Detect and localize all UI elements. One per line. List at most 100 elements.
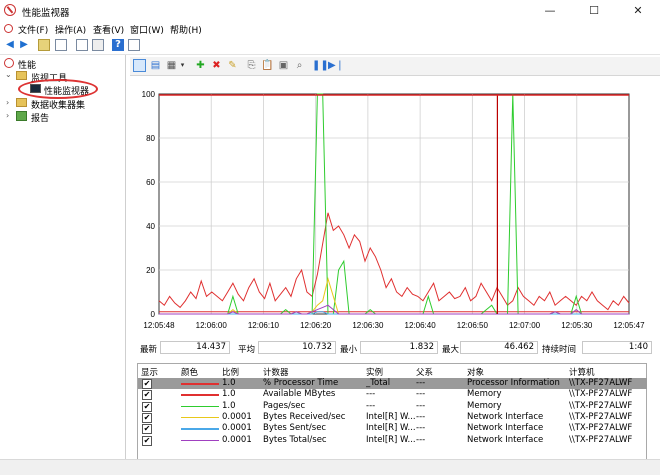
highlight-icon[interactable]: ✎ [226,59,239,72]
reports-icon [16,111,27,121]
x-tick-label: 12:06:50 [457,321,489,330]
update-data-icon[interactable]: ▶❘ [328,59,344,72]
x-tick-label: 12:06:00 [196,321,228,330]
properties-icon[interactable] [128,39,140,51]
legend-row[interactable]: ✔ 0.0001 Bytes Total/sec Intel[R] W... --- Ne… [138,435,647,446]
legend-parent-cell: --- [416,434,426,445]
x-tick-label: 12:06:10 [248,321,280,330]
x-tick-label: 12:05:47 [613,321,645,330]
performance-icon [4,58,14,68]
properties-icon[interactable]: ▣ [277,59,290,72]
x-tick-label: 12:06:30 [352,321,384,330]
delete-counter-icon[interactable]: ✖ [210,59,223,72]
help-icon[interactable]: ? [112,39,124,51]
tree-item-reports[interactable]: 报告 [31,111,49,124]
add-counter-icon[interactable]: ✚ [194,59,207,72]
graph-type-dropdown-icon[interactable]: ▾ [176,59,189,72]
col-header-computer[interactable]: 计算机 [569,366,595,378]
legend-row[interactable]: ✔ 1.0 Available MBytes --- --- Memory \\TX-PF2… [138,389,647,401]
legend-row[interactable]: ✔ 0.0001 Bytes Sent/sec Intel[R] W... --- Net… [138,423,647,435]
x-tick-label: 12:06:40 [405,321,437,330]
freeze-display-icon[interactable]: ❚❚ [312,59,329,72]
legend-computer-cell: \\TX-PF27ALWF [569,423,633,434]
minimum-label: 最小 [340,345,358,355]
folder-icon [16,71,27,80]
y-tick-label: 100 [142,90,156,99]
color-swatch [181,439,219,441]
col-header-color[interactable]: 颜色 [181,366,198,378]
col-header-counter[interactable]: 计数器 [263,366,289,378]
line-chart: 12:05:48 12:06:00 12:06:10 12:06:20 12:06:30… [142,90,645,330]
legend-instance-cell: _Total [366,378,391,388]
back-arrow-icon[interactable]: ◀ [4,39,16,51]
forward-arrow-icon[interactable]: ▶ [18,39,30,51]
legend-scale-cell: 0.0001 [222,423,252,434]
legend-parent-cell: --- [416,423,426,434]
performance-graph: 12:05:48 12:06:00 12:06:10 12:06:20 12:06:30… [130,76,660,334]
x-tick-label: 12:06:20 [300,321,332,330]
view-current-activity-icon[interactable] [133,59,146,72]
show-checkbox[interactable]: ✔ [142,412,152,423]
view-log-data-icon[interactable]: ▤ [149,59,162,72]
legend-scale-cell: 1.0 [222,378,236,388]
menu-view[interactable]: 查看(V) [93,23,124,36]
col-header-scale[interactable]: 比例 [222,366,239,378]
legend-scale-cell: 1.0 [222,400,236,411]
up-folder-icon[interactable] [38,39,50,51]
average-label: 平均 [238,345,256,355]
menu-window[interactable]: 窗口(W) [130,23,164,36]
minimize-button[interactable]: — [528,0,572,22]
window-title: 性能监视器 [22,8,70,19]
close-button[interactable]: ✕ [616,0,660,22]
color-swatch [181,405,219,408]
menu-file[interactable]: 文件(F) [18,23,48,36]
show-checkbox[interactable]: ✔ [142,424,152,435]
col-header-instance[interactable]: 实例 [366,366,383,378]
legend-row[interactable]: ✔ 1.0 Pages/sec --- --- Memory \\TX-PF27ALWF [138,401,647,412]
legend-computer-cell: \\TX-PF27ALWF [569,389,633,400]
col-header-parent[interactable]: 父系 [416,366,433,378]
legend-computer-cell: \\TX-PF27ALWF [569,378,633,388]
legend-computer-cell: \\TX-PF27ALWF [569,400,633,411]
collapse-chevron-icon[interactable]: ⌄ [5,70,12,79]
legend-computer-cell: \\TX-PF27ALWF [569,434,633,445]
legend-row[interactable]: ✔ 1.0 % Processor Time _Total --- Processor I… [138,378,647,389]
tree-item-data-collector-sets[interactable]: 数据收集器集 [31,98,85,111]
color-swatch [181,383,219,385]
show-checkbox[interactable]: ✔ [142,379,152,389]
y-tick-label: 60 [146,178,155,187]
menu-action[interactable]: 操作(A) [55,23,86,36]
export-list-icon[interactable] [76,39,88,51]
color-swatch [181,394,219,396]
red-highlight-annotation [18,79,98,99]
legend-counter-cell: % Processor Time [263,378,339,388]
col-header-show[interactable]: 显示 [141,366,158,378]
system-menu-icon[interactable] [4,24,13,33]
copy-properties-icon[interactable]: ⎘ [245,59,258,72]
menu-help[interactable]: 帮助(H) [170,23,202,36]
zoom-icon[interactable]: ⌕ [293,59,306,72]
legend-scale-cell: 1.0 [222,389,236,400]
maximum-label: 最大 [442,345,460,355]
legend-instance-cell: Intel[R] W... [366,434,416,445]
legend-instance-cell: Intel[R] W... [366,411,416,422]
average-value: 10.732 [258,341,336,354]
show-checkbox[interactable]: ✔ [142,435,152,446]
legend-instance-cell: --- [366,400,376,411]
legend-row[interactable]: ✔ 0.0001 Bytes Received/sec Intel[R] W... --… [138,412,647,423]
legend-object-cell: Network Interface [467,434,544,445]
expand-chevron-icon[interactable]: › [6,111,9,120]
col-header-object[interactable]: 对象 [467,366,484,378]
paste-counter-list-icon[interactable]: 📋 [261,59,274,72]
show-checkbox[interactable]: ✔ [142,390,152,401]
legend-object-cell: Processor Information [467,378,560,388]
expand-chevron-icon[interactable]: › [6,98,9,107]
show-hide-tree-icon[interactable] [55,39,67,51]
legend-object-cell: Memory [467,400,502,411]
legend-parent-cell: --- [416,400,426,411]
color-swatch [181,416,219,419]
tree-item-performance[interactable]: 性能 [18,58,36,71]
print-icon[interactable] [92,39,104,51]
show-checkbox[interactable]: ✔ [142,401,152,412]
maximize-button[interactable]: ☐ [572,0,616,22]
